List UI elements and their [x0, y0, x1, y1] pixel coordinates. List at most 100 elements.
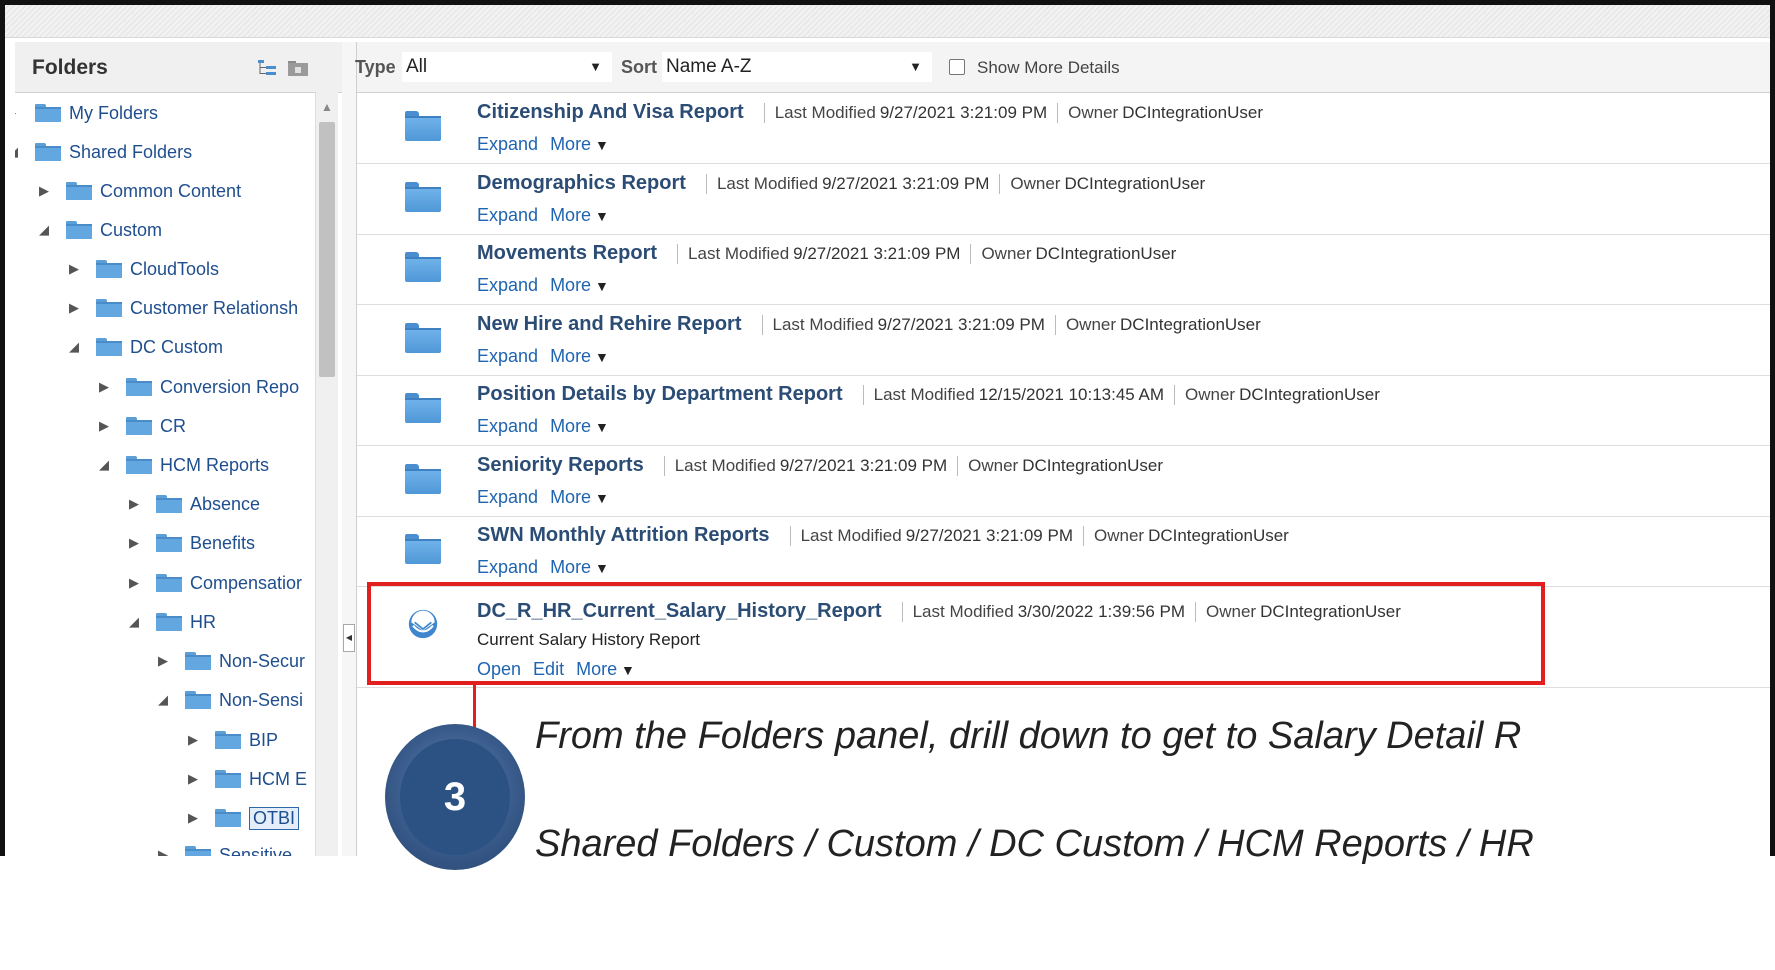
tree-item-label: Benefits	[190, 532, 256, 553]
item-name[interactable]: Position Details by Department Report	[477, 383, 843, 406]
modified-value: 9/27/2021 3:21:09 PM	[822, 174, 990, 193]
tree-item-conversion-reports[interactable]: ▶ Conversion Repo	[96, 369, 299, 405]
step-number: 3	[400, 739, 510, 855]
folder-icon	[126, 417, 152, 435]
expand-link[interactable]: Expand	[477, 134, 538, 154]
tree-toggle-icon[interactable]: ◢	[155, 692, 171, 708]
tree-item-cloudtools[interactable]: ▶ CloudTools	[66, 251, 219, 287]
sort-select[interactable]: Name A-Z ▼	[662, 52, 932, 82]
show-more-details-checkbox[interactable]	[949, 59, 965, 75]
tree-toggle-icon[interactable]: ▶	[155, 847, 171, 856]
tree-toggle-icon[interactable]: ▶	[66, 261, 82, 277]
folder-icon[interactable]	[405, 534, 441, 564]
tree-toggle-icon[interactable]: ▶	[185, 810, 201, 826]
folder-icon	[185, 846, 211, 856]
folder-icon[interactable]	[405, 464, 441, 494]
tree-item-hr[interactable]: ◢ HR	[126, 604, 216, 640]
tree-toggle-icon[interactable]: ▶	[36, 183, 52, 199]
callout-line-2: Shared Folders / Custom / DC Custom / HC…	[535, 823, 1534, 865]
modified-label: Last Modified	[772, 315, 874, 334]
tree-item-common-content[interactable]: ▶ Common Content	[36, 173, 241, 209]
tree-toggle-icon[interactable]: ▶	[66, 300, 82, 316]
tree-item-non-secure[interactable]: ▶ Non-Secur	[155, 643, 305, 679]
folder-icon[interactable]	[405, 393, 441, 423]
tree-toggle-icon[interactable]: ▶	[96, 418, 112, 434]
folder-icon	[185, 652, 211, 670]
tree-toggle-icon[interactable]: ▶	[126, 535, 142, 551]
tree-item-hcm-reports[interactable]: ◢ HCM Reports	[96, 447, 269, 483]
tree-item-compensation[interactable]: ▶ Compensatior	[126, 565, 302, 601]
more-menu-link[interactable]: More	[550, 416, 609, 436]
item-name[interactable]: Movements Report	[477, 242, 657, 265]
tree-scrollbar[interactable]: ▲	[315, 92, 338, 856]
more-menu-link[interactable]: More	[550, 557, 609, 577]
tree-toggle-icon[interactable]: ▶	[126, 496, 142, 512]
folder-icon[interactable]	[405, 323, 441, 353]
tree-toggle-icon[interactable]: ▸	[15, 105, 21, 121]
tree-item-absence[interactable]: ▶ Absence	[126, 486, 260, 522]
tree-toggle-icon[interactable]: ◢	[66, 339, 82, 355]
folder-icon[interactable]	[405, 111, 441, 141]
expand-link[interactable]: Expand	[477, 346, 538, 366]
item-name[interactable]: New Hire and Rehire Report	[477, 313, 742, 336]
item-name[interactable]: SWN Monthly Attrition Reports	[477, 524, 770, 547]
tree-item-label: CloudTools	[130, 258, 220, 279]
modified-value: 9/27/2021 3:21:09 PM	[793, 244, 961, 263]
item-name[interactable]: Demographics Report	[477, 172, 686, 195]
scroll-up-icon[interactable]: ▲	[316, 100, 338, 114]
tree-toggle-icon[interactable]: ◢	[96, 457, 112, 473]
tree-item-bip[interactable]: ▶ BIP	[185, 722, 278, 758]
more-menu-link[interactable]: More	[550, 487, 609, 507]
collapse-arrow-icon[interactable]: ◀	[343, 624, 355, 652]
tree-item-shared-folders[interactable]: ◢ Shared Folders	[15, 134, 192, 170]
tree-item-benefits[interactable]: ▶ Benefits	[126, 525, 255, 561]
tree-toggle-icon[interactable]: ▶	[155, 653, 171, 669]
modified-label: Last Modified	[800, 526, 902, 545]
tree-item-non-sensitive[interactable]: ◢ Non-Sensi	[155, 682, 303, 718]
more-menu-link[interactable]: More	[550, 134, 609, 154]
panel-splitter[interactable]: ◀	[342, 42, 357, 856]
folder-icon[interactable]	[405, 252, 441, 282]
chevron-down-icon: ▼	[909, 59, 922, 74]
tree-item-hcm-e[interactable]: ▶ HCM E	[185, 761, 307, 797]
tree-item-sensitive[interactable]: ▶ Sensitive	[155, 837, 292, 856]
expand-link[interactable]: Expand	[477, 205, 538, 225]
expand-link[interactable]: Expand	[477, 557, 538, 577]
expand-link[interactable]: Expand	[477, 416, 538, 436]
tree-toggle-icon[interactable]: ▶	[185, 771, 201, 787]
modified-label: Last Modified	[716, 174, 819, 193]
folder-icon[interactable]	[405, 182, 441, 212]
expand-tree-icon[interactable]	[257, 59, 279, 77]
expand-link[interactable]: Expand	[477, 275, 538, 295]
tree-item-label: Customer Relationsh	[130, 297, 299, 318]
item-name[interactable]: Citizenship And Visa Report	[477, 101, 744, 124]
folder-icon	[185, 691, 211, 709]
scroll-thumb[interactable]	[319, 122, 335, 377]
tree-item-customer-relationship[interactable]: ▶ Customer Relationsh	[66, 290, 298, 326]
owner-value: DCIntegrationUser	[1148, 526, 1289, 545]
tree-toggle-icon[interactable]: ◢	[15, 144, 21, 160]
tree-item-cr[interactable]: ▶ CR	[96, 408, 186, 444]
show-more-details-label[interactable]: Show More Details	[977, 58, 1120, 78]
new-folder-icon[interactable]	[287, 59, 309, 77]
tree-toggle-icon[interactable]: ▶	[185, 732, 201, 748]
tree-item-my-folders[interactable]: ▸ My Folders	[15, 95, 158, 131]
tree-item-label: Absence	[190, 493, 261, 514]
expand-link[interactable]: Expand	[477, 487, 538, 507]
tree-toggle-icon[interactable]: ◢	[36, 222, 52, 238]
owner-value: DCIntegrationUser	[1022, 456, 1163, 475]
tree-toggle-icon[interactable]: ◢	[126, 614, 142, 630]
folder-icon	[35, 104, 61, 122]
more-menu-link[interactable]: More	[550, 205, 609, 225]
tree-toggle-icon[interactable]: ▶	[96, 379, 112, 395]
tree-item-dc-custom[interactable]: ◢ DC Custom	[66, 329, 223, 365]
item-name[interactable]: Seniority Reports	[477, 454, 644, 477]
more-menu-link[interactable]: More	[550, 275, 609, 295]
folder-icon	[215, 809, 241, 827]
type-select[interactable]: All ▼	[402, 52, 612, 82]
more-menu-link[interactable]: More	[550, 346, 609, 366]
tree-item-custom[interactable]: ◢ Custom	[36, 212, 162, 248]
tree-toggle-icon[interactable]: ▶	[126, 575, 142, 591]
tree-item-otbi[interactable]: ▶ OTBI	[185, 800, 300, 836]
tree-item-label: BIP	[249, 729, 279, 750]
